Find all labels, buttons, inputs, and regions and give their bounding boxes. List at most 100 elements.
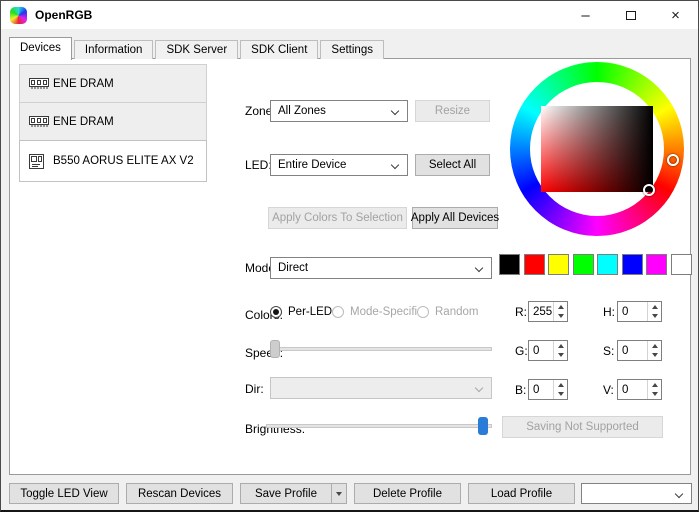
chevron-down-icon [336,491,342,496]
color-swatch-blue[interactable] [621,254,643,275]
device-item-label: ENE DRAM [53,77,114,90]
spin-up-icon[interactable] [554,380,567,390]
close-button[interactable]: × [653,1,698,29]
b-value: 0 [533,383,540,396]
window-controls: – × [563,1,698,29]
spin-up-icon[interactable] [648,302,661,312]
s-spin-arrows [647,341,661,360]
b-label: B: [515,383,527,397]
radio-mode-specific: Mode-Specific [332,306,423,318]
load-profile-button[interactable]: Load Profile [468,483,575,504]
spin-up-icon[interactable] [648,380,661,390]
mode-combobox[interactable]: Direct [270,257,492,279]
radio-circle-icon [270,306,282,318]
apply-all-devices-button[interactable]: Apply All Devices [411,207,499,229]
g-spinbox[interactable]: 0 [528,340,568,361]
g-label: G: [515,344,528,358]
tab-bar: Devices Information SDK Server SDK Clien… [9,36,386,60]
speed-slider-handle [270,340,280,358]
color-swatch-yellow[interactable] [548,254,570,275]
devices-pane: ENE DRAM ENE DRAM B550 AORUS ELITE AX V2… [9,58,692,475]
delete-profile-button[interactable]: Delete Profile [354,483,461,504]
saving-not-supported-button: Saving Not Supported [502,416,663,438]
tab-settings[interactable]: Settings [320,40,384,59]
motherboard-icon [29,153,53,169]
spin-up-icon[interactable] [648,341,661,351]
saturation-value-square[interactable] [541,106,653,192]
spin-up-icon[interactable] [554,341,567,351]
led-combobox[interactable]: Entire Device [270,154,408,176]
radio-random: Random [417,306,478,318]
spin-up-icon[interactable] [554,302,567,312]
tab-sdk-client[interactable]: SDK Client [240,40,319,59]
brightness-slider-handle[interactable] [478,417,488,435]
spin-down-icon[interactable] [648,351,661,361]
led-combobox-value: Entire Device [278,159,347,171]
radio-circle-icon [417,306,429,318]
radio-per-led[interactable]: Per-LED [270,306,332,318]
device-list: ENE DRAM ENE DRAM B550 AORUS ELITE AX V2 [19,64,207,182]
chevron-down-icon [474,383,484,393]
radio-circle-icon [332,306,344,318]
color-swatch-black[interactable] [499,254,520,275]
zone-combobox[interactable]: All Zones [270,100,408,122]
s-value: 0 [622,344,629,357]
save-profile-button[interactable]: Save Profile [240,483,332,504]
hue-selector[interactable] [667,154,679,166]
apply-colors-to-selection-button: Apply Colors To Selection [268,207,407,229]
select-all-button[interactable]: Select All [415,154,490,176]
v-spinbox[interactable]: 0 [617,379,662,400]
h-spinbox[interactable]: 0 [617,301,662,322]
dir-combobox [270,377,492,399]
chevron-down-icon [390,160,400,170]
profile-combobox[interactable] [581,483,692,504]
led-label: LED: [245,158,272,172]
spin-down-icon[interactable] [554,351,567,361]
tab-devices[interactable]: Devices [9,37,72,60]
v-spin-arrows [647,380,661,399]
maximize-button[interactable] [608,1,653,29]
color-swatch-green[interactable] [572,254,594,275]
g-value: 0 [533,344,540,357]
radio-label: Per-LED [288,306,333,318]
r-spinbox[interactable]: 255 [528,301,568,322]
dram-icon [29,77,53,90]
spin-down-icon[interactable] [648,390,661,400]
g-spin-arrows [553,341,567,360]
device-item-b550-aorus[interactable]: B550 AORUS ELITE AX V2 [19,140,207,182]
device-item-ene-dram-1[interactable]: ENE DRAM [19,64,207,103]
spin-down-icon[interactable] [648,312,661,322]
close-icon: × [671,6,680,24]
r-spin-arrows [553,302,567,321]
chevron-down-icon [390,106,400,116]
title-bar: OpenRGB – × [1,1,698,29]
h-spin-arrows [647,302,661,321]
color-swatch-red[interactable] [523,254,545,275]
saturation-value-selector[interactable] [643,184,655,196]
color-swatch-cyan[interactable] [597,254,619,275]
h-label: H: [603,305,615,319]
spin-down-icon[interactable] [554,390,567,400]
v-value: 0 [622,383,629,396]
rescan-devices-button[interactable]: Rescan Devices [126,483,233,504]
mode-combobox-value: Direct [278,262,309,274]
color-swatch-magenta[interactable] [646,254,668,275]
dram-icon [29,115,53,128]
color-wheel[interactable] [510,62,684,236]
tab-sdk-server[interactable]: SDK Server [155,40,239,59]
color-swatch-white[interactable] [670,254,692,275]
brightness-slider[interactable] [266,416,492,436]
spin-down-icon[interactable] [554,312,567,322]
device-item-ene-dram-2[interactable]: ENE DRAM [19,102,207,141]
device-item-label: B550 AORUS ELITE AX V2 [53,155,194,167]
device-item-label: ENE DRAM [53,115,114,128]
s-spinbox[interactable]: 0 [617,340,662,361]
r-value: 255 [533,305,553,318]
minimize-button[interactable]: – [563,1,608,29]
save-profile-dropdown-button[interactable] [331,483,347,504]
toggle-led-view-button[interactable]: Toggle LED View [9,483,119,504]
r-label: R: [515,305,527,319]
window-title: OpenRGB [35,8,93,22]
tab-information[interactable]: Information [73,40,154,59]
b-spinbox[interactable]: 0 [528,379,568,400]
